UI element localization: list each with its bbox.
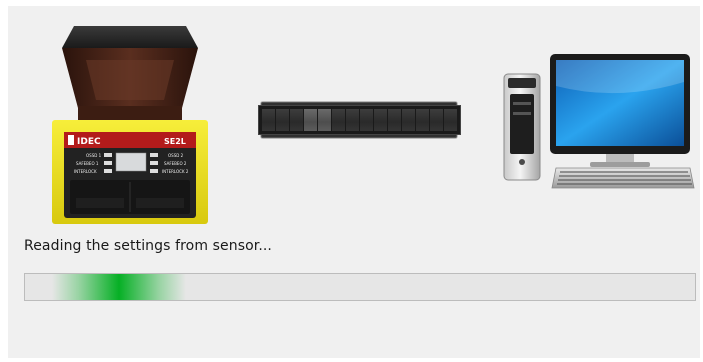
sensor-led-label: INTERLOCK bbox=[74, 169, 97, 174]
transfer-cell bbox=[275, 109, 289, 131]
transfer-cell bbox=[401, 109, 415, 131]
progress-bar-fill bbox=[51, 274, 186, 300]
transfer-cell bbox=[289, 109, 303, 131]
transfer-cell bbox=[387, 109, 401, 131]
laser-scanner-icon: IDEC SE2L OSSD 1 SAFEBEO 1 INTERLOCK OSS… bbox=[52, 26, 208, 224]
transfer-cell bbox=[345, 109, 359, 131]
transfer-cell bbox=[261, 109, 275, 131]
sensor-led-label: OSSD 1 bbox=[86, 153, 102, 158]
progress-dialog: IDEC SE2L OSSD 1 SAFEBEO 1 INTERLOCK OSS… bbox=[8, 6, 700, 358]
transfer-cell bbox=[317, 109, 331, 131]
sensor-led-label: SAFEBEO 1 bbox=[76, 161, 99, 166]
transfer-cells bbox=[257, 105, 461, 135]
transfer-cell bbox=[443, 109, 457, 131]
sensor-led-label: INTERLOCK 2 bbox=[162, 169, 189, 174]
computer-icon bbox=[503, 54, 695, 189]
transfer-cell bbox=[359, 109, 373, 131]
transfer-cell bbox=[303, 109, 317, 131]
transfer-cell bbox=[429, 109, 443, 131]
data-transfer-indicator bbox=[257, 102, 461, 138]
transfer-cell bbox=[373, 109, 387, 131]
sensor-model: SE2L bbox=[164, 137, 186, 146]
transfer-cell bbox=[331, 109, 345, 131]
sensor-led-label: SAFEBEO 2 bbox=[164, 161, 187, 166]
sensor-led-label: OSSD 2 bbox=[168, 153, 184, 158]
transfer-cell bbox=[415, 109, 429, 131]
progress-bar bbox=[24, 273, 696, 301]
status-message: Reading the settings from sensor... bbox=[24, 238, 272, 254]
sensor-brand: IDEC bbox=[77, 137, 101, 147]
